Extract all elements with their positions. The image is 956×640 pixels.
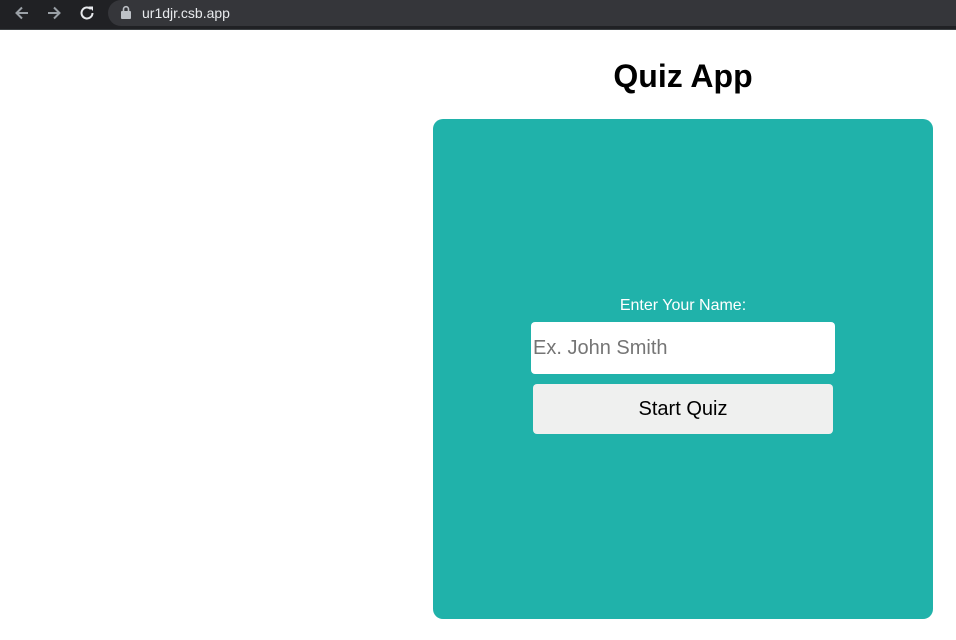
reload-icon	[80, 6, 94, 20]
forward-button[interactable]	[42, 2, 66, 24]
name-input[interactable]	[531, 322, 835, 374]
start-quiz-button[interactable]: Start Quiz	[533, 384, 833, 434]
quiz-card: Enter Your Name: Start Quiz	[433, 119, 933, 619]
lock-icon	[121, 5, 131, 19]
url-text: ur1djr.csb.app	[142, 5, 230, 21]
address-bar[interactable]: ur1djr.csb.app	[108, 0, 956, 26]
name-label: Enter Your Name:	[619, 297, 747, 314]
arrow-right-icon	[48, 6, 61, 20]
back-button[interactable]	[10, 2, 34, 24]
browser-toolbar: ur1djr.csb.app	[0, 0, 956, 30]
page-title: Quiz App	[613, 58, 753, 94]
reload-button[interactable]	[75, 2, 99, 24]
arrow-left-icon	[15, 6, 28, 20]
